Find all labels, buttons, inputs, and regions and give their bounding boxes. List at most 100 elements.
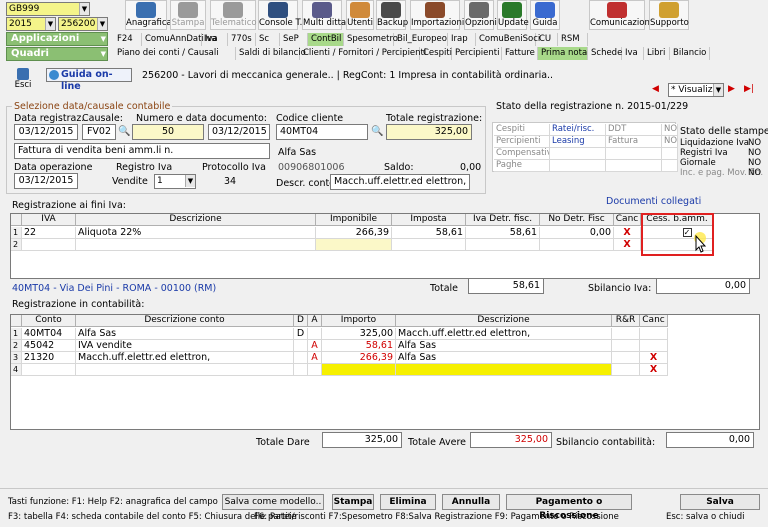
menu-schede[interactable]: Schede	[588, 47, 622, 60]
menu-bil-europeo[interactable]: Bil_Europeo	[394, 33, 448, 46]
total-field[interactable]: 325,00	[386, 124, 472, 140]
applications-select[interactable]: Applicazioni ▼	[6, 32, 108, 46]
menu-rsm[interactable]: RSM	[558, 33, 588, 46]
acc-cell-importo[interactable]: 58,61	[322, 340, 396, 352]
toolbar-supporto-button[interactable]: Supporto	[649, 0, 689, 30]
vat-cell-iva-detr-fisc[interactable]	[466, 239, 540, 251]
nav-first-button[interactable]: ◀	[652, 84, 664, 96]
acc-cell-a[interactable]	[308, 364, 322, 376]
menu-prima-nota[interactable]: Prima nota	[538, 47, 588, 60]
reg-date-field[interactable]: 03/12/2015	[14, 124, 78, 140]
vat-cell-imponibile[interactable]: 266,39	[316, 227, 392, 239]
acc-cell-d[interactable]	[294, 340, 308, 352]
acc-cell-descrizione[interactable]: Alfa Sas	[396, 352, 612, 364]
toolbar-utenti-button[interactable]: Utenti	[346, 0, 374, 30]
vat-cell-no-detr-fisc[interactable]: 0,00	[540, 227, 614, 239]
vat-cell-imposta[interactable]	[392, 239, 466, 251]
company-select[interactable]: 256200 - ▼	[58, 17, 108, 31]
menu-irap[interactable]: Irap	[448, 33, 476, 46]
search-icon[interactable]: 🔍	[371, 126, 383, 138]
acc-cell-r-r[interactable]	[612, 364, 640, 376]
acc-cell-conto[interactable]: 21320	[22, 352, 76, 364]
menu-f24[interactable]: F24	[114, 33, 142, 46]
menu-bilancio[interactable]: Bilancio	[670, 47, 710, 60]
toolbar-update-button[interactable]: Update	[497, 0, 529, 30]
menu-sc[interactable]: Sc	[256, 33, 280, 46]
menu-spesometro[interactable]: Spesometro	[344, 33, 398, 46]
acc-cell-descrizione[interactable]: Macch.uff.elettr.ed elettron,	[396, 328, 612, 340]
menu-piano-dei-conti-causali[interactable]: Piano dei conti / Causali	[114, 47, 236, 60]
acc-cell-descrizione-conto[interactable]: IVA vendite	[76, 340, 294, 352]
vat-cell-no-detr-fisc[interactable]	[540, 239, 614, 251]
acc-cell-r-r[interactable]	[612, 328, 640, 340]
menu-contbil[interactable]: ContBil	[308, 33, 344, 46]
doc-number-field[interactable]: 50	[132, 124, 204, 140]
frames-select[interactable]: Quadri ▼	[6, 47, 108, 61]
vat-cell-iva[interactable]	[22, 239, 76, 251]
toolbar-backup-button[interactable]: Backup	[376, 0, 408, 30]
doc-date-field[interactable]: 03/12/2015	[208, 124, 270, 140]
search-icon[interactable]: 🔍	[118, 126, 130, 138]
vat-cell-iva-detr-fisc[interactable]: 58,61	[466, 227, 540, 239]
toolbar-multi-ditta-button[interactable]: Multi ditta	[302, 0, 346, 30]
docs-link[interactable]: Documenti collegati	[606, 196, 701, 207]
nav-next-button[interactable]: ▶	[728, 84, 740, 96]
acc-cell-a[interactable]: A	[308, 352, 322, 364]
save-button[interactable]: Salva	[680, 494, 760, 510]
vat-cell-imponibile[interactable]	[316, 239, 392, 251]
delete-row-icon[interactable]: X	[640, 352, 668, 364]
acc-cell-a[interactable]	[308, 328, 322, 340]
acc-cell-importo[interactable]: 266,39	[322, 352, 396, 364]
toolbar-anagrafica-button[interactable]: Anagrafica	[125, 0, 172, 30]
acc-cell-conto[interactable]: 40MT04	[22, 328, 76, 340]
save-model-button[interactable]: Salva come modello..	[222, 494, 324, 510]
menu-comuanndatiiva[interactable]: ComuAnnDatiIva	[142, 33, 217, 46]
causal-field[interactable]: FV02	[82, 124, 116, 140]
menu-770s[interactable]: 770s	[228, 33, 256, 46]
menu-percipienti[interactable]: Percipienti	[452, 47, 502, 60]
acc-cell-descrizione[interactable]: Alfa Sas	[396, 340, 612, 352]
acc-cell-descrizione-conto[interactable]	[76, 364, 294, 376]
acc-cell-r-r[interactable]	[612, 340, 640, 352]
delete-row-icon[interactable]	[640, 340, 668, 352]
delete-row-icon[interactable]: X	[640, 364, 668, 376]
acc-cell-descrizione-conto[interactable]: Macch.uff.elettr.ed elettron,	[76, 352, 294, 364]
acc-cell-descrizione-conto[interactable]: Alfa Sas	[76, 328, 294, 340]
user-select[interactable]: GB999 ▼	[6, 2, 90, 16]
vat-cell-descrizione[interactable]	[76, 239, 316, 251]
acc-cell-d[interactable]: D	[294, 328, 308, 340]
customer-code-field[interactable]: 40MT04	[276, 124, 368, 140]
toolbar-comunicazioni-button[interactable]: Comunicazioni	[589, 0, 652, 30]
menu-fatture[interactable]: Fatture	[502, 47, 538, 60]
cancel-button[interactable]: Annulla	[442, 494, 500, 510]
nav-last-button[interactable]: ▶|	[744, 84, 758, 96]
view-select[interactable]: * Visualizz ▼	[668, 83, 724, 97]
toolbar-guida-button[interactable]: Guida	[530, 0, 560, 30]
acc-cell-a[interactable]: A	[308, 340, 322, 352]
exit-button[interactable]: Esci	[10, 68, 36, 94]
delete-row-icon[interactable]: X	[614, 227, 641, 239]
acc-cell-importo[interactable]: 325,00	[322, 328, 396, 340]
guide-button[interactable]: Guida on-line	[46, 68, 132, 92]
toolbar-console-t-button[interactable]: Console T.	[258, 0, 302, 30]
menu-cu[interactable]: CU	[536, 33, 558, 46]
delete-button[interactable]: Elimina	[380, 494, 436, 510]
year-select[interactable]: 2015 ▼	[6, 17, 56, 31]
menu-libri[interactable]: Libri	[644, 47, 670, 60]
acc-cell-importo[interactable]	[322, 364, 396, 376]
print-button[interactable]: Stampa	[332, 494, 374, 510]
menu-comubenisoci[interactable]: ComuBeniSoci	[476, 33, 540, 46]
delete-row-icon[interactable]: X	[614, 239, 641, 251]
acc-cell-conto[interactable]: 45042	[22, 340, 76, 352]
vat-cell-iva[interactable]: 22	[22, 227, 76, 239]
delete-row-icon[interactable]	[640, 328, 668, 340]
menu-iva[interactable]: Iva	[202, 33, 228, 46]
op-date-field[interactable]: 03/12/2015	[14, 173, 78, 189]
toolbar-opzioni-button[interactable]: Opzioni	[464, 0, 497, 30]
acc-cell-descrizione[interactable]	[396, 364, 612, 376]
vat-register-select[interactable]: 1 ▼	[154, 174, 196, 189]
payment-button[interactable]: Pagamento o Riscossione	[506, 494, 632, 521]
acc-cell-d[interactable]	[294, 352, 308, 364]
vat-cell-descrizione[interactable]: Aliquota 22%	[76, 227, 316, 239]
vat-cell-imposta[interactable]: 58,61	[392, 227, 466, 239]
